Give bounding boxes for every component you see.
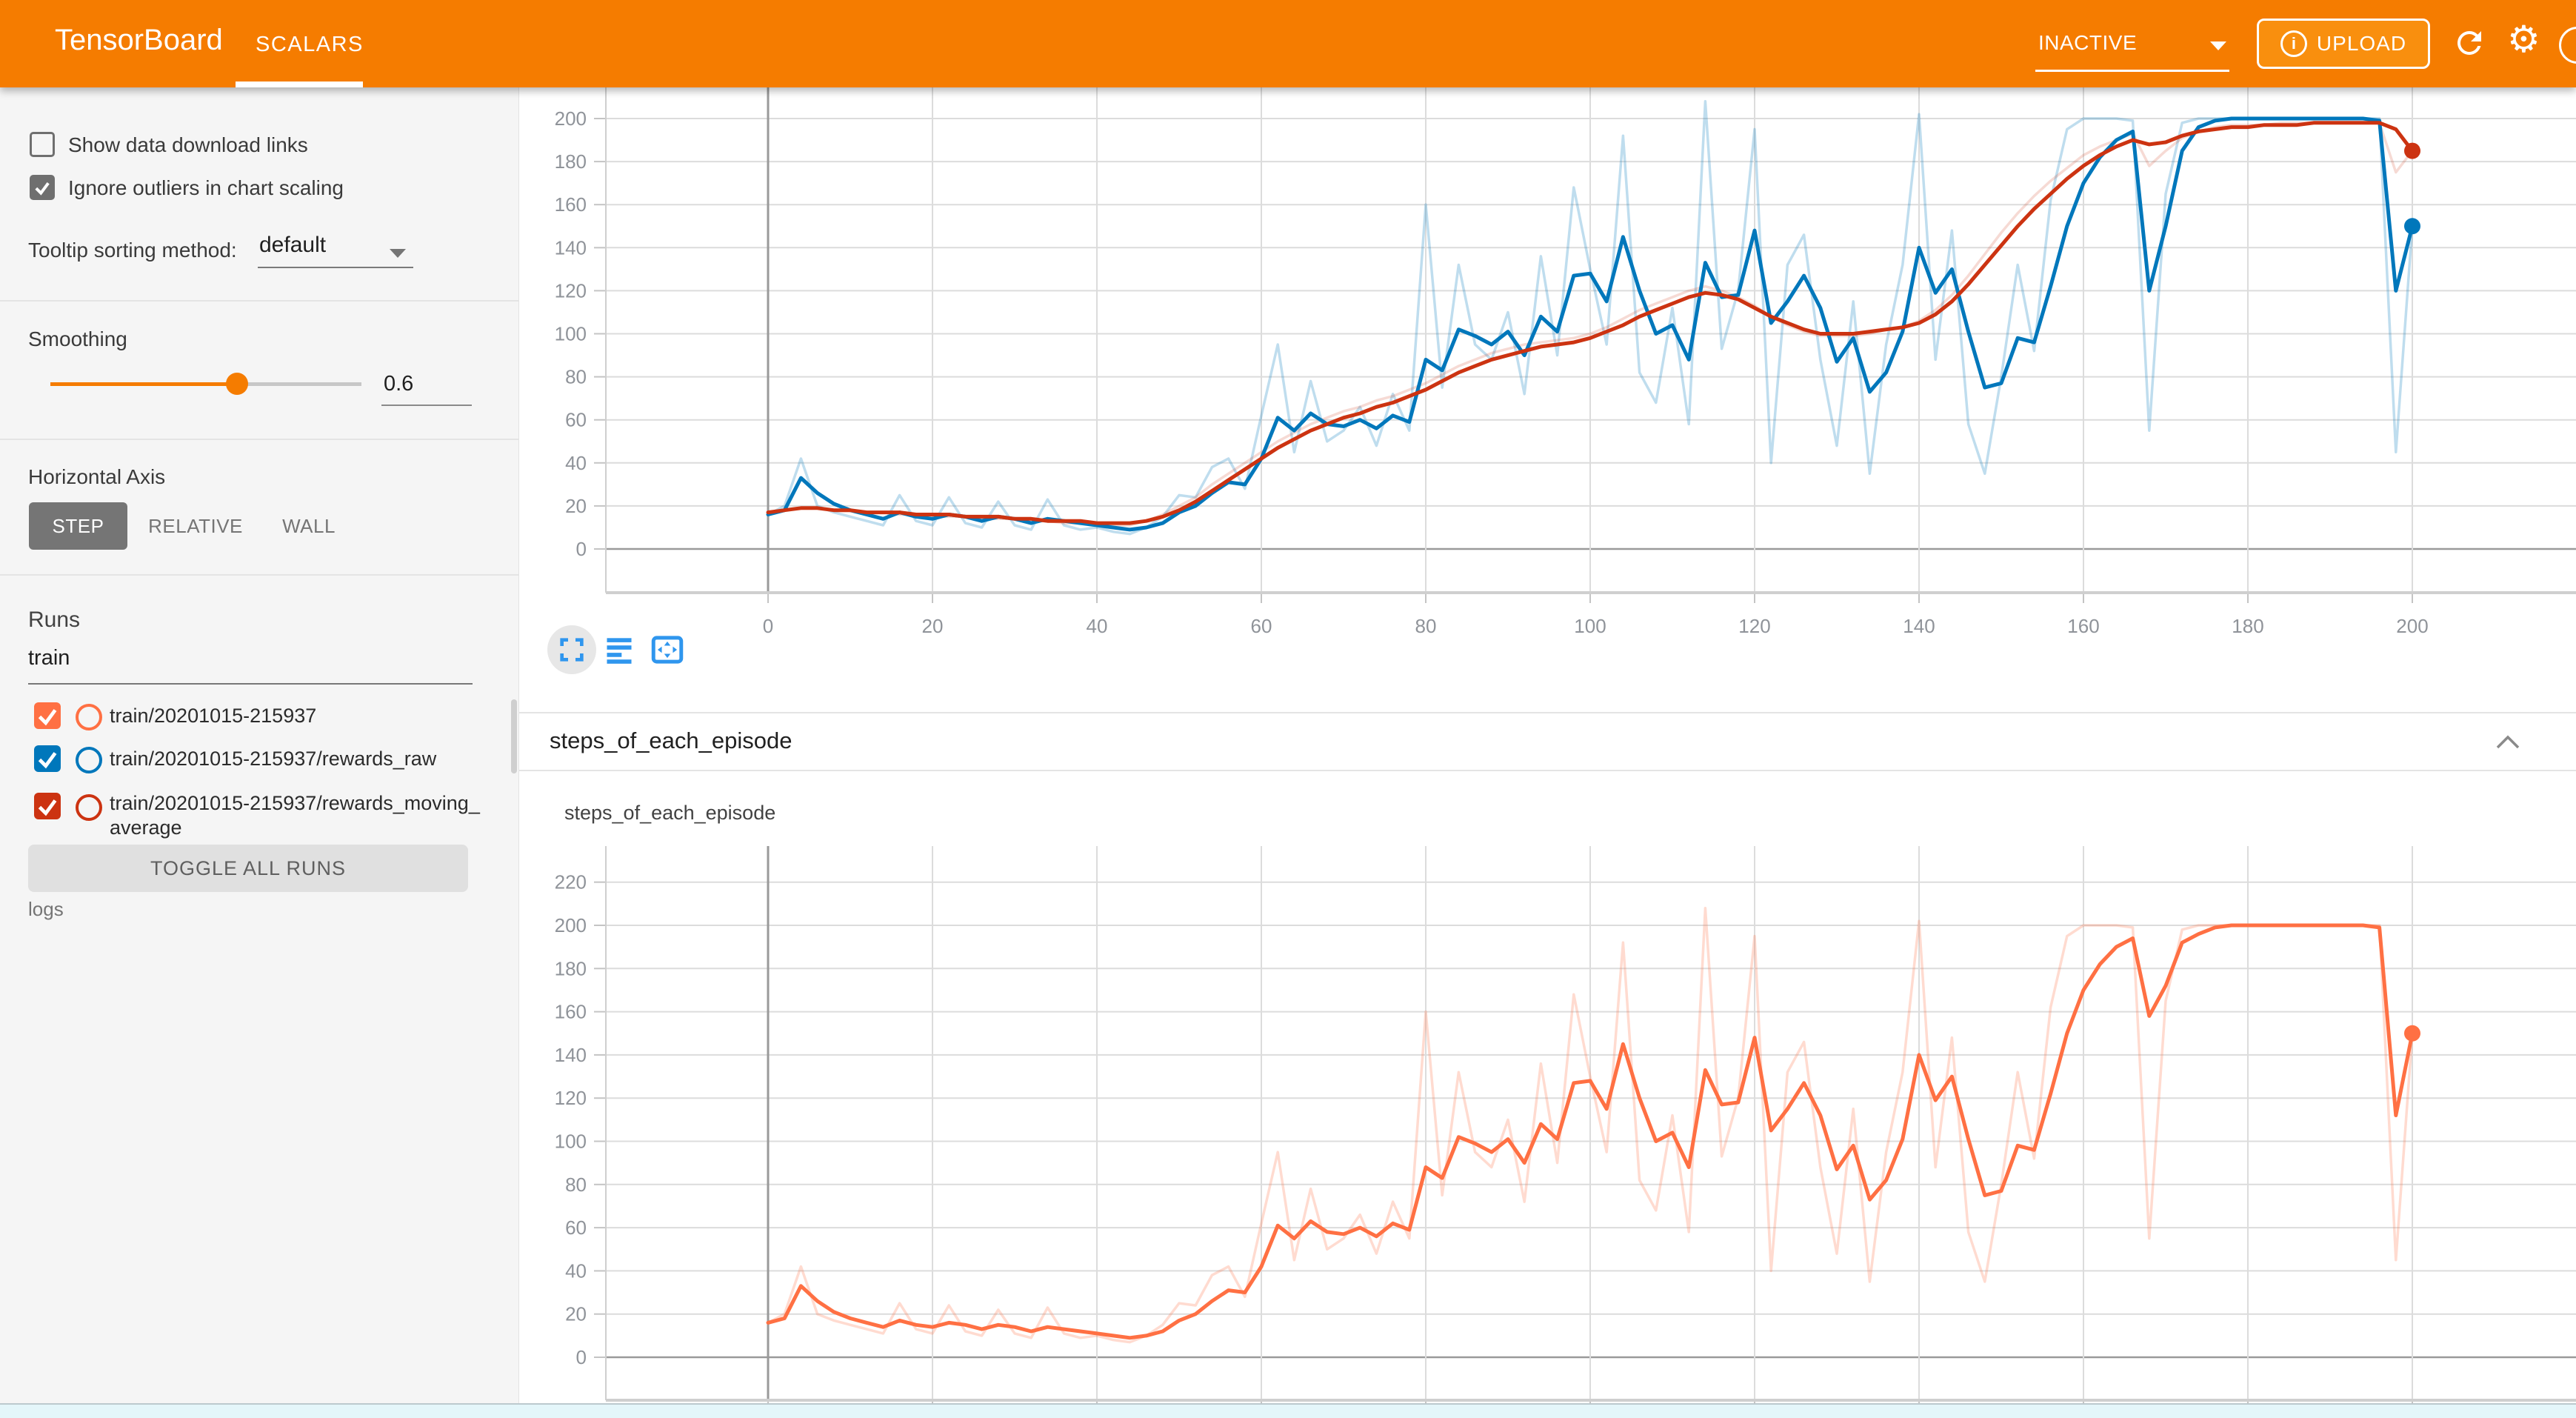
runs-filter-underline xyxy=(28,683,473,685)
svg-text:120: 120 xyxy=(1738,615,1770,637)
svg-text:200: 200 xyxy=(555,107,587,130)
smoothing-value-underline xyxy=(381,405,472,406)
rewards-line-chart[interactable]: 0 20 40 60 80 100 120 140 160 180 200 0 20 40 60 80 100 1… xyxy=(518,81,2576,713)
run-color-ring[interactable] xyxy=(76,794,102,821)
show-download-links-label: Show data download links xyxy=(68,133,308,157)
info-icon: i xyxy=(2280,30,2307,57)
refresh-icon[interactable] xyxy=(2452,25,2487,61)
svg-text:140: 140 xyxy=(555,1044,587,1066)
section-title[interactable]: steps_of_each_episode xyxy=(550,728,792,754)
upload-button-label: UPLOAD xyxy=(2317,32,2406,56)
settings-gear-icon[interactable]: ⚙ xyxy=(2507,18,2540,61)
run-label: train/20201015-215937/rewards_moving_ave… xyxy=(110,791,480,840)
divider xyxy=(0,300,518,302)
svg-text:100: 100 xyxy=(555,323,587,345)
status-dropdown-underline xyxy=(2035,70,2229,72)
steps-line-chart[interactable]: 0204060801001201401601802002200204060801… xyxy=(518,772,2576,1417)
svg-text:80: 80 xyxy=(565,1174,587,1196)
run-color-ring[interactable] xyxy=(76,704,102,730)
svg-text:40: 40 xyxy=(1087,615,1108,637)
svg-text:180: 180 xyxy=(555,150,587,173)
smoothing-slider-track[interactable] xyxy=(237,382,361,386)
svg-text:60: 60 xyxy=(565,409,587,431)
run-color-ring[interactable] xyxy=(76,747,102,773)
run-label: train/20201015-215937 xyxy=(110,704,480,728)
svg-text:120: 120 xyxy=(555,279,587,302)
horizontal-axis-label: Horizontal Axis xyxy=(28,465,165,489)
svg-text:20: 20 xyxy=(922,615,944,637)
smoothing-slider-thumb[interactable] xyxy=(226,373,248,395)
chevron-down-icon[interactable] xyxy=(2210,41,2226,50)
svg-text:20: 20 xyxy=(565,495,587,517)
sidebar-scrollbar[interactable] xyxy=(511,699,517,773)
smoothing-slider-fill[interactable] xyxy=(50,382,237,386)
tooltip-sorting-underline xyxy=(258,267,413,268)
smoothing-value[interactable]: 0.6 xyxy=(384,372,413,396)
axis-button-relative[interactable]: RELATIVE xyxy=(137,502,254,550)
svg-text:160: 160 xyxy=(555,1001,587,1023)
runs-selector-icon[interactable] xyxy=(604,636,634,664)
svg-text:200: 200 xyxy=(555,914,587,936)
svg-text:40: 40 xyxy=(565,452,587,474)
chevron-up-icon[interactable] xyxy=(2493,730,2523,754)
svg-text:180: 180 xyxy=(555,957,587,979)
run-label: train/20201015-215937/rewards_raw xyxy=(110,747,480,771)
svg-text:60: 60 xyxy=(565,1216,587,1239)
smoothing-label: Smoothing xyxy=(28,327,127,351)
svg-text:100: 100 xyxy=(555,1131,587,1153)
svg-text:0: 0 xyxy=(576,538,587,560)
tooltip-sorting-label: Tooltip sorting method: xyxy=(28,239,237,262)
axis-button-wall[interactable]: WALL xyxy=(261,502,357,550)
ignore-outliers-label: Ignore outliers in chart scaling xyxy=(68,176,344,200)
runs-filter-input[interactable] xyxy=(28,646,443,670)
svg-text:80: 80 xyxy=(565,366,587,388)
svg-text:140: 140 xyxy=(555,236,587,259)
tab-active-underline xyxy=(236,81,363,87)
ignore-outliers-checkbox[interactable] xyxy=(30,175,55,200)
svg-text:60: 60 xyxy=(1251,615,1272,637)
tab-scalars[interactable]: SCALARS xyxy=(256,33,364,57)
run-checkbox[interactable] xyxy=(34,745,61,772)
svg-text:0: 0 xyxy=(763,615,773,637)
app-title: TensorBoard xyxy=(55,24,223,57)
show-download-links-checkbox[interactable] xyxy=(30,132,55,157)
svg-text:120: 120 xyxy=(555,1087,587,1109)
svg-text:40: 40 xyxy=(565,1259,587,1282)
svg-text:160: 160 xyxy=(2067,615,2099,637)
runs-heading: Runs xyxy=(28,608,80,633)
divider xyxy=(0,439,518,440)
logs-footer: logs xyxy=(28,898,64,921)
run-checkbox[interactable] xyxy=(34,702,61,729)
run-checkbox[interactable] xyxy=(34,793,61,819)
svg-text:160: 160 xyxy=(555,193,587,216)
svg-text:0: 0 xyxy=(576,1346,587,1368)
fullscreen-icon[interactable] xyxy=(557,635,587,665)
toggle-all-runs-button[interactable]: TOGGLE ALL RUNS xyxy=(28,845,468,892)
upload-button[interactable]: i UPLOAD xyxy=(2257,19,2430,69)
tooltip-sorting-select[interactable]: default xyxy=(259,233,326,258)
svg-text:100: 100 xyxy=(1574,615,1606,637)
svg-text:180: 180 xyxy=(2232,615,2263,637)
fit-domain-icon[interactable] xyxy=(650,634,684,665)
svg-text:20: 20 xyxy=(565,1303,587,1325)
status-dropdown[interactable]: INACTIVE xyxy=(2038,31,2137,55)
app-header xyxy=(0,0,2576,87)
svg-text:140: 140 xyxy=(1903,615,1935,637)
divider xyxy=(0,574,518,576)
axis-button-step[interactable]: STEP xyxy=(29,502,127,550)
chevron-down-icon[interactable] xyxy=(390,249,406,258)
bottom-scroll-strip[interactable] xyxy=(0,1403,2576,1418)
svg-text:80: 80 xyxy=(1415,615,1437,637)
svg-text:200: 200 xyxy=(2396,615,2428,637)
svg-text:220: 220 xyxy=(555,871,587,893)
divider xyxy=(518,712,2576,713)
divider xyxy=(518,770,2576,771)
